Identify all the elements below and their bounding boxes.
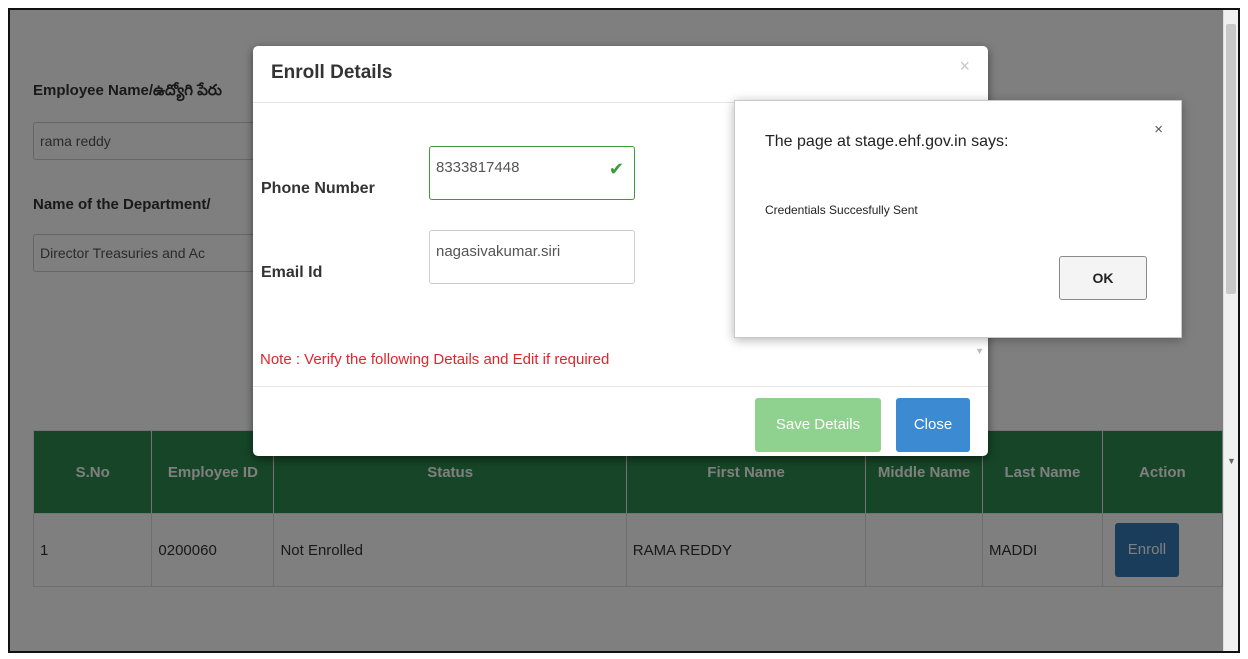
alert-close-icon[interactable]: × bbox=[1154, 121, 1163, 138]
modal-scroll-arrow-icon[interactable]: ▼ bbox=[975, 346, 984, 356]
modal-title: Enroll Details bbox=[271, 62, 393, 83]
browser-alert-dialog: The page at stage.ehf.gov.in says: × Cre… bbox=[734, 100, 1182, 338]
page-scrollbar[interactable]: ▼ bbox=[1223, 10, 1238, 651]
verify-note: Note : Verify the following Details and … bbox=[260, 351, 610, 368]
alert-message: Credentials Succesfully Sent bbox=[765, 203, 918, 217]
browser-frame: Employee Name/ఉద్యోగి పేరు rama reddy Na… bbox=[8, 8, 1240, 653]
check-icon: ✔ bbox=[608, 159, 624, 179]
alert-title: The page at stage.ehf.gov.in says: bbox=[765, 133, 1009, 150]
ok-button[interactable]: OK bbox=[1059, 256, 1147, 300]
modal-footer: Save Details Close bbox=[253, 386, 988, 456]
phone-number-value: 8333817448 bbox=[436, 159, 520, 176]
modal-header: Enroll Details × bbox=[253, 46, 988, 103]
scroll-down-arrow-icon[interactable]: ▼ bbox=[1227, 456, 1236, 466]
save-details-button[interactable]: Save Details bbox=[755, 398, 881, 452]
scrollbar-thumb[interactable] bbox=[1226, 24, 1236, 294]
close-button[interactable]: Close bbox=[896, 398, 970, 452]
email-id-label: Email Id bbox=[261, 264, 323, 281]
phone-number-label: Phone Number bbox=[261, 180, 375, 197]
email-id-input[interactable]: nagasivakumar.siri bbox=[429, 230, 635, 284]
phone-number-input[interactable]: 8333817448 ✔ bbox=[429, 146, 635, 200]
modal-close-icon[interactable]: × bbox=[959, 56, 970, 77]
